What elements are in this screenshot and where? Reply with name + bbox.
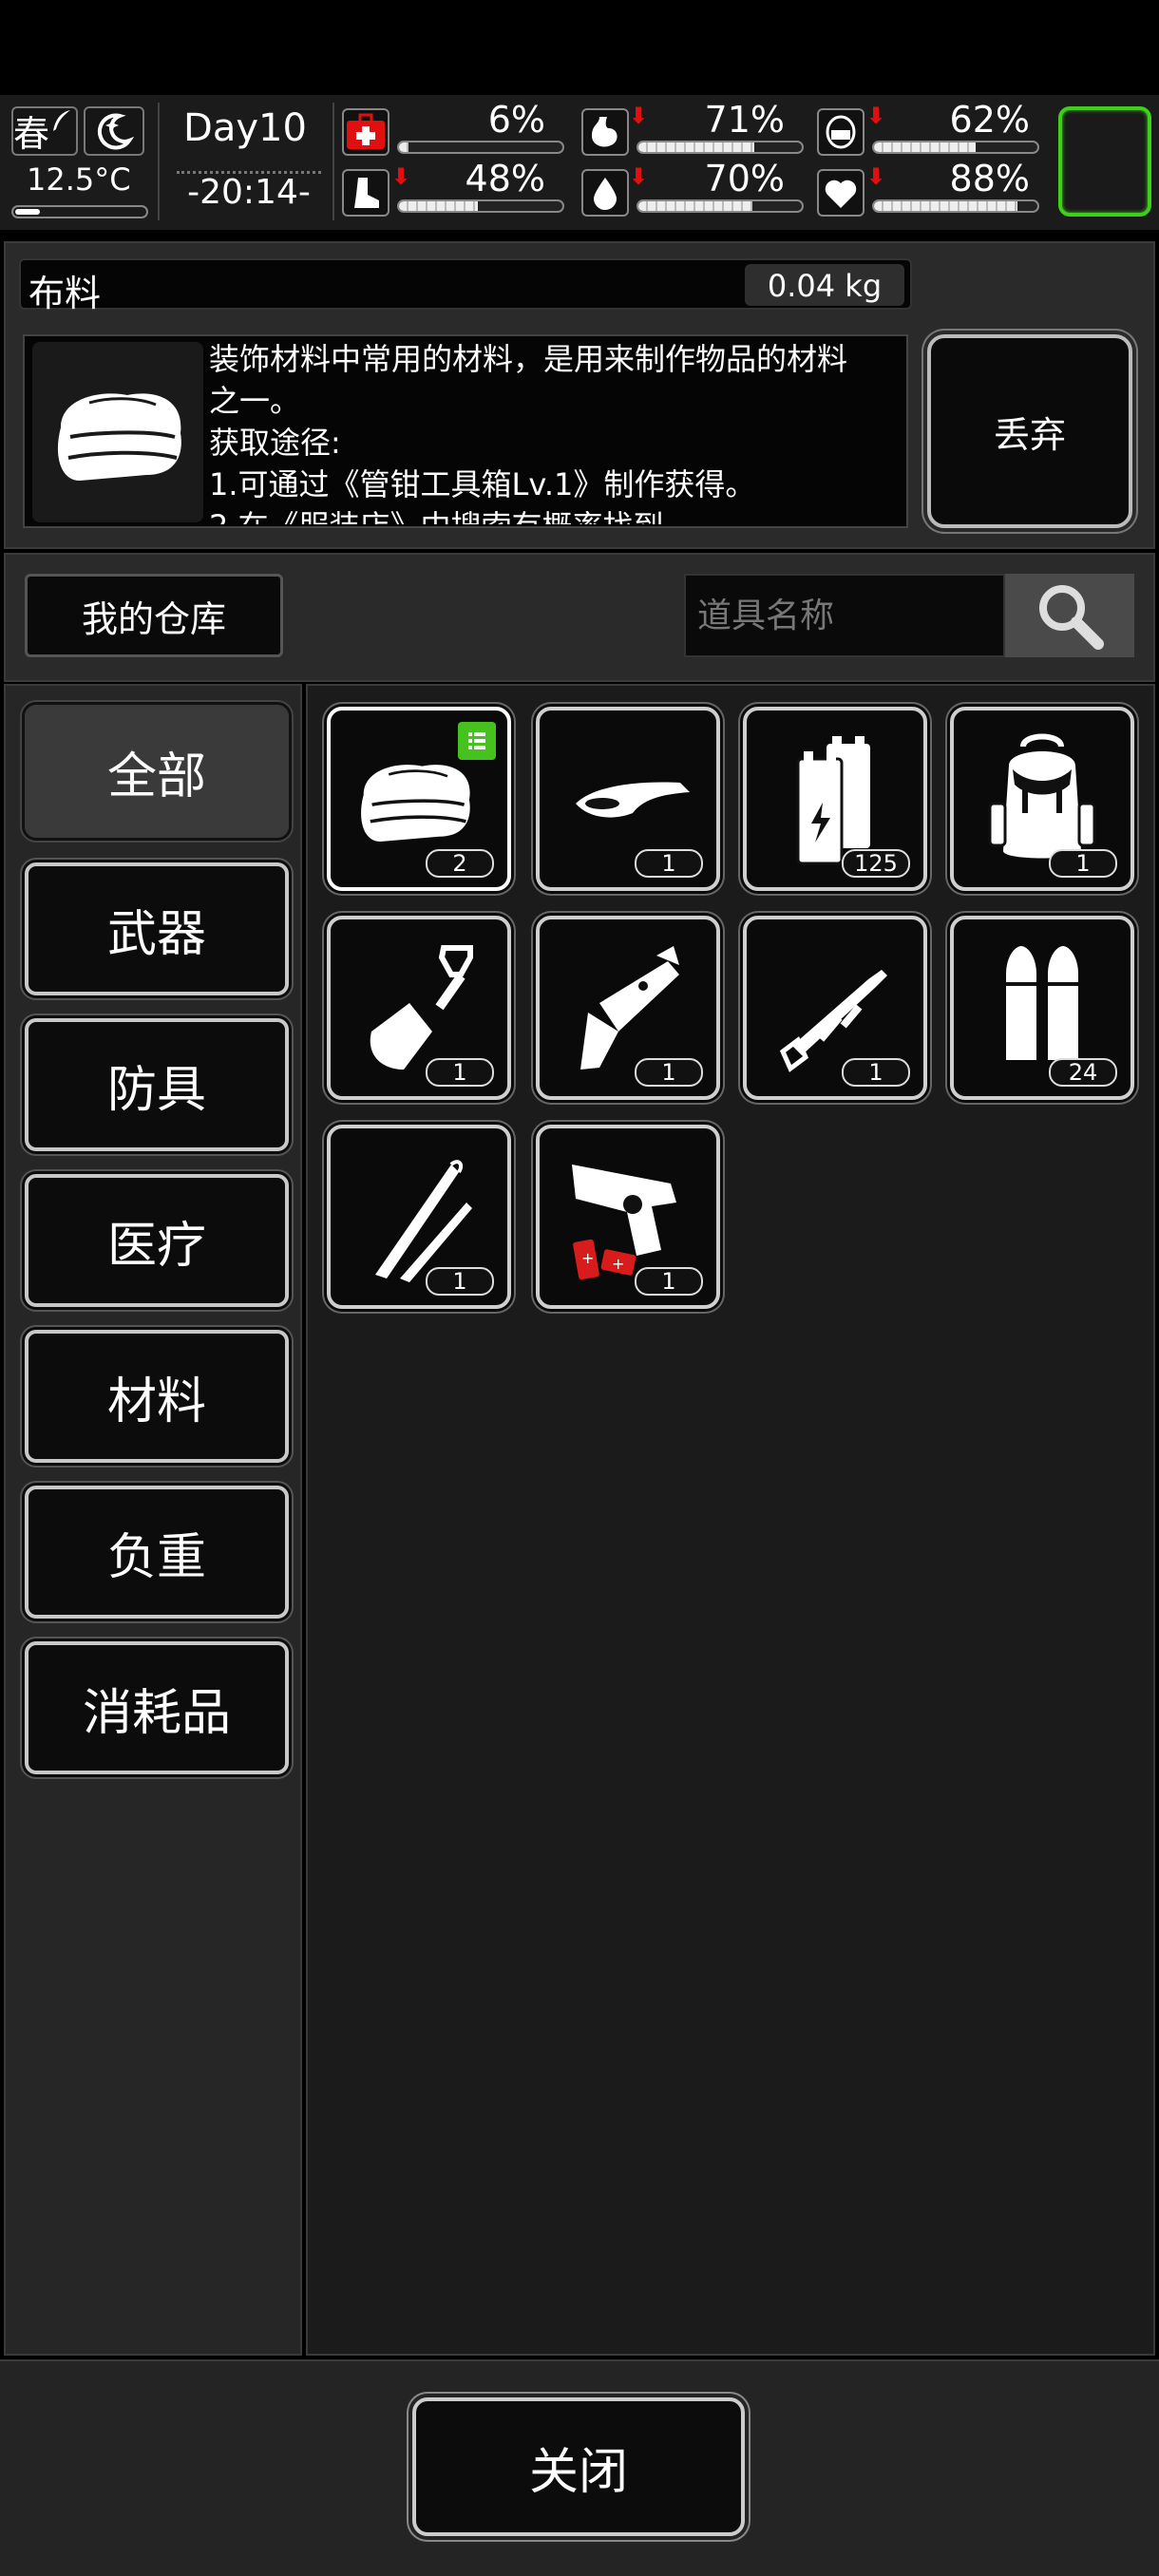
my-warehouse-button[interactable]: 我的仓库 [25,574,283,657]
foot-bar [397,199,564,213]
stamina-icon [817,108,864,156]
material-tag-icon [458,722,496,760]
time-label: -20:14- [187,173,311,212]
category-carry[interactable]: 负重 [25,1486,289,1619]
close-button[interactable]: 关闭 [412,2397,745,2536]
category-armor[interactable]: 防具 [25,1018,289,1151]
item-grid: 2 1 125 1 1 1 1 24 1 + + 1 [306,684,1155,2356]
arrow-down-icon: ⬇ [866,103,886,129]
category-consumables[interactable]: 消耗品 [25,1641,289,1774]
heart-value: 88% [949,158,1030,199]
health-bar-fill [399,142,409,152]
search-icon [1039,585,1104,650]
description-line: 之一。 [209,383,301,419]
heart-bar-fill [874,201,1018,211]
arrow-down-icon: ⬇ [866,163,886,190]
season-label: 春 [13,113,50,155]
heart-bar [872,199,1039,213]
item-description: 装饰材料中常用的材料，是用来制作物品的材料 之一。 获取途径: 1.可通过《管钳… [209,338,902,524]
equipped-slot[interactable] [1058,106,1151,217]
stamina-value: 62% [949,99,1030,141]
svg-text:+: + [581,1249,594,1267]
item-count: 24 [1049,1058,1117,1087]
water-bar-fill [638,201,753,211]
item-count: 1 [842,1058,910,1087]
category-weapons[interactable]: 武器 [25,862,289,995]
night-badge [84,106,144,156]
category-medical[interactable]: 医疗 [25,1174,289,1307]
divider [158,103,160,220]
description-line: 获取途径: [209,425,341,461]
item-slot-backpack[interactable]: 1 [950,707,1134,891]
item-count: 1 [1049,849,1117,878]
stomach-icon [581,108,629,156]
item-slot-cap[interactable]: 1 [536,707,720,891]
item-slot-smg[interactable]: 1 [743,916,927,1100]
description-line: 装饰材料中常用的材料，是用来制作物品的材料 [209,341,848,377]
search-button[interactable] [1005,574,1134,657]
health-icon [342,108,390,156]
svg-text:+: + [612,1255,624,1273]
stamina-bar [872,141,1039,154]
stamina-bar-fill [874,142,976,152]
day-label: Day10 [183,106,307,150]
health-value: 6% [487,99,545,141]
item-name: 布料 [28,273,102,314]
item-count: 1 [635,1058,703,1087]
temperature-bar-fill [15,209,40,215]
temperature-label: 12.5°C [27,161,131,198]
category-all[interactable]: 全部 [25,705,289,838]
stomach-value: 71% [704,99,785,141]
search-input[interactable] [684,574,1005,657]
item-slot-multitool[interactable]: 1 [536,916,720,1100]
item-slot-tweezers[interactable]: 1 [327,1125,511,1309]
item-slot-cloth[interactable]: 2 [327,707,511,891]
item-count: 1 [426,1267,494,1296]
item-slot-battery[interactable]: 125 [743,707,927,891]
item-slot-bullets[interactable]: 24 [950,916,1134,1100]
description-line: 2.在《服装店》中搜索有概率找到。 [209,505,902,524]
category-sidebar: 全部 武器 防具 医疗 材料 负重 消耗品 [4,684,302,2356]
item-count: 1 [426,1058,494,1087]
moon-icon [97,113,135,150]
item-count: 1 [635,849,703,878]
water-value: 70% [704,158,785,199]
item-preview [32,342,203,522]
category-materials[interactable]: 材料 [25,1330,289,1463]
water-drop-icon [581,169,629,217]
stomach-bar-fill [638,142,755,152]
item-count: 1 [635,1267,703,1296]
discard-button[interactable]: 丢弃 [927,334,1132,528]
item-slot-shovel[interactable]: 1 [327,916,511,1100]
foot-bar-fill [399,201,478,211]
item-count: 2 [426,849,494,878]
divider [332,103,334,220]
health-bar [397,141,564,154]
description-line: 1.可通过《管钳工具箱Lv.1》制作获得。 [209,466,756,502]
item-weight: 0.04 kg [767,268,883,304]
feather-icon [53,110,70,131]
cloth-icon [57,393,181,481]
item-slot-flare-gun[interactable]: + + 1 [536,1125,720,1309]
foot-value: 48% [465,158,545,199]
stomach-bar [636,141,804,154]
heart-icon [817,169,864,217]
water-bar [636,199,804,213]
item-count: 125 [842,849,910,878]
foot-icon [342,169,390,217]
